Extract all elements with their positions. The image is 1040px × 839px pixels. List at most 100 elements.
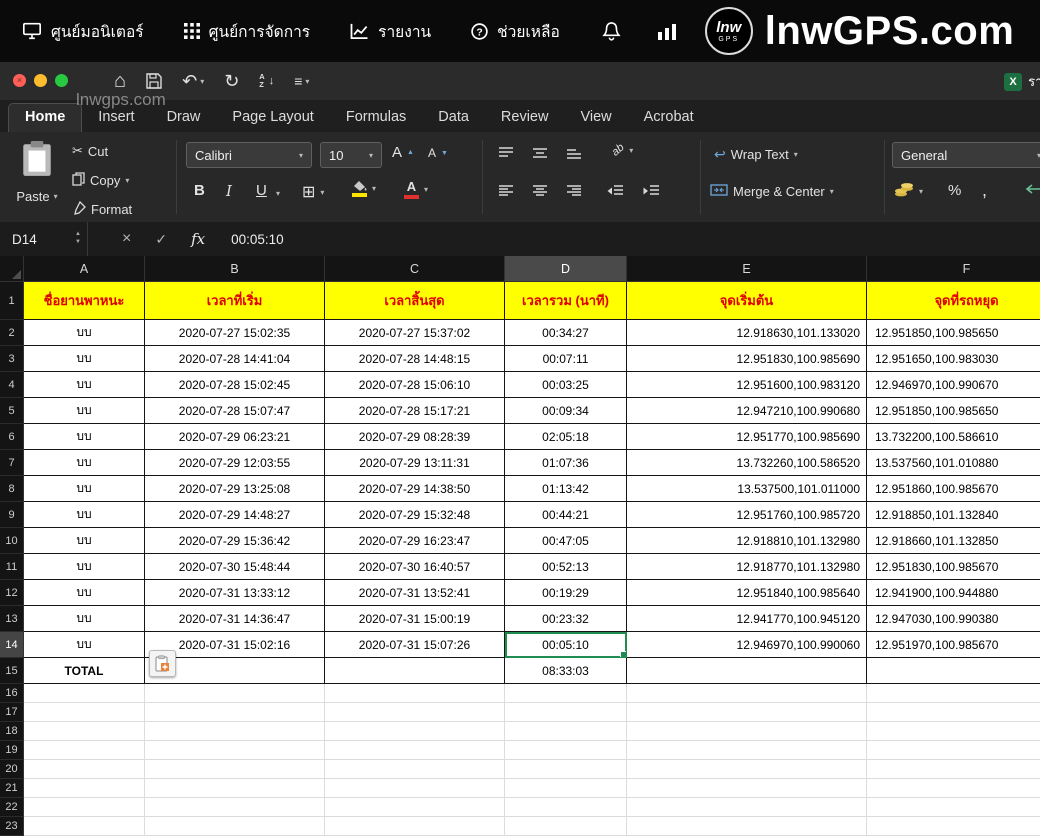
site-logo[interactable]: lnw GPS: [705, 7, 753, 55]
cell-D11[interactable]: 00:52:13: [505, 554, 627, 580]
cell-E18[interactable]: [627, 722, 867, 741]
cell-A8[interactable]: บบ: [24, 476, 145, 502]
cell-D1[interactable]: เวลารวม (นาที): [505, 282, 627, 320]
percent-style-button[interactable]: %: [948, 182, 961, 199]
cell-B1[interactable]: เวลาที่เริ่ม: [145, 282, 325, 320]
cell-D4[interactable]: 00:03:25: [505, 372, 627, 398]
cell-B7[interactable]: 2020-07-29 12:03:55: [145, 450, 325, 476]
save-icon[interactable]: [146, 73, 162, 89]
row-header-21[interactable]: 21: [0, 779, 24, 798]
column-header-F[interactable]: F: [867, 256, 1040, 282]
cell-D13[interactable]: 00:23:32: [505, 606, 627, 632]
sort-az-button[interactable]: AZ ↓: [259, 73, 274, 90]
nav-item-grid[interactable]: ศูนย์การจัดการ: [184, 19, 311, 44]
cell-E19[interactable]: [627, 741, 867, 760]
cell-A9[interactable]: บบ: [24, 502, 145, 528]
cell-A20[interactable]: [24, 760, 145, 779]
cell-D7[interactable]: 01:07:36: [505, 450, 627, 476]
row-header-22[interactable]: 22: [0, 798, 24, 817]
cell-E17[interactable]: [627, 703, 867, 722]
cell-E14[interactable]: 12.946970,100.990060: [627, 632, 867, 658]
cell-D8[interactable]: 01:13:42: [505, 476, 627, 502]
cell-E10[interactable]: 12.918810,101.132980: [627, 528, 867, 554]
row-header-14[interactable]: 14: [0, 632, 24, 658]
cell-A19[interactable]: [24, 741, 145, 760]
cell-E16[interactable]: [627, 684, 867, 703]
cell-A15[interactable]: TOTAL: [24, 658, 145, 684]
minimize-window-button[interactable]: [34, 74, 47, 87]
bold-button[interactable]: B: [194, 182, 205, 199]
cell-A17[interactable]: [24, 703, 145, 722]
cell-A10[interactable]: บบ: [24, 528, 145, 554]
cell-A22[interactable]: [24, 798, 145, 817]
cell-F20[interactable]: [867, 760, 1040, 779]
column-header-B[interactable]: B: [145, 256, 325, 282]
increase-indent-button[interactable]: [642, 184, 660, 201]
row-header-8[interactable]: 8: [0, 476, 24, 502]
cell-B4[interactable]: 2020-07-28 15:02:45: [145, 372, 325, 398]
cell-E13[interactable]: 12.941770,100.945120: [627, 606, 867, 632]
row-header-7[interactable]: 7: [0, 450, 24, 476]
cell-D3[interactable]: 00:07:11: [505, 346, 627, 372]
cell-D20[interactable]: [505, 760, 627, 779]
nav-item-monitor[interactable]: ศูนย์มอนิเตอร์: [22, 19, 144, 44]
cell-D16[interactable]: [505, 684, 627, 703]
cell-B21[interactable]: [145, 779, 325, 798]
cell-D2[interactable]: 00:34:27: [505, 320, 627, 346]
cell-A11[interactable]: บบ: [24, 554, 145, 580]
number-format-select[interactable]: General ▾: [892, 142, 1040, 168]
row-header-10[interactable]: 10: [0, 528, 24, 554]
tab-view[interactable]: View: [564, 104, 627, 132]
cell-B11[interactable]: 2020-07-30 15:48:44: [145, 554, 325, 580]
paste-button[interactable]: Paste ▾: [8, 140, 66, 204]
cell-F14[interactable]: 12.951970,100.985670: [867, 632, 1040, 658]
close-window-button[interactable]: ×: [13, 74, 26, 87]
cell-E12[interactable]: 12.951840,100.985640: [627, 580, 867, 606]
align-bottom-button[interactable]: [566, 146, 582, 163]
row-header-18[interactable]: 18: [0, 722, 24, 741]
font-color-button[interactable]: A ▾: [404, 180, 428, 199]
row-header-23[interactable]: 23: [0, 817, 24, 836]
cell-B5[interactable]: 2020-07-28 15:07:47: [145, 398, 325, 424]
cell-F6[interactable]: 13.732200,100.586610: [867, 424, 1040, 450]
cell-A14[interactable]: บบ: [24, 632, 145, 658]
cell-E7[interactable]: 13.732260,100.586520: [627, 450, 867, 476]
tab-formulas[interactable]: Formulas: [330, 104, 422, 132]
cell-C10[interactable]: 2020-07-29 16:23:47: [325, 528, 505, 554]
cell-C22[interactable]: [325, 798, 505, 817]
column-header-A[interactable]: A: [24, 256, 145, 282]
cell-D18[interactable]: [505, 722, 627, 741]
column-header-D[interactable]: D: [505, 256, 627, 282]
cell-B8[interactable]: 2020-07-29 13:25:08: [145, 476, 325, 502]
cell-D14[interactable]: 00:05:10: [505, 632, 627, 658]
cell-B18[interactable]: [145, 722, 325, 741]
cell-B19[interactable]: [145, 741, 325, 760]
font-size-select[interactable]: 10 ▾: [320, 142, 382, 168]
cell-F3[interactable]: 12.951650,100.983030: [867, 346, 1040, 372]
cell-C6[interactable]: 2020-07-29 08:28:39: [325, 424, 505, 450]
cell-C5[interactable]: 2020-07-28 15:17:21: [325, 398, 505, 424]
align-left-button[interactable]: [498, 184, 514, 201]
underline-button[interactable]: U: [256, 182, 267, 199]
bar-chart-icon[interactable]: [657, 23, 677, 40]
cell-C2[interactable]: 2020-07-27 15:37:02: [325, 320, 505, 346]
font-size-dropdown-icon[interactable]: ▾: [369, 151, 373, 160]
accounting-format-button[interactable]: ▾: [894, 182, 923, 200]
cell-F2[interactable]: 12.951850,100.985650: [867, 320, 1040, 346]
italic-button[interactable]: I: [226, 182, 232, 200]
cell-B6[interactable]: 2020-07-29 06:23:21: [145, 424, 325, 450]
cell-F5[interactable]: 12.951850,100.985650: [867, 398, 1040, 424]
row-header-12[interactable]: 12: [0, 580, 24, 606]
cell-E3[interactable]: 12.951830,100.985690: [627, 346, 867, 372]
cell-D19[interactable]: [505, 741, 627, 760]
cell-F21[interactable]: [867, 779, 1040, 798]
cell-A13[interactable]: บบ: [24, 606, 145, 632]
row-header-13[interactable]: 13: [0, 606, 24, 632]
row-header-20[interactable]: 20: [0, 760, 24, 779]
cell-E21[interactable]: [627, 779, 867, 798]
redo-button[interactable]: ↻: [224, 71, 239, 92]
row-header-6[interactable]: 6: [0, 424, 24, 450]
cell-C7[interactable]: 2020-07-29 13:11:31: [325, 450, 505, 476]
cell-E6[interactable]: 12.951770,100.985690: [627, 424, 867, 450]
cut-button[interactable]: ✂ Cut: [72, 143, 108, 159]
